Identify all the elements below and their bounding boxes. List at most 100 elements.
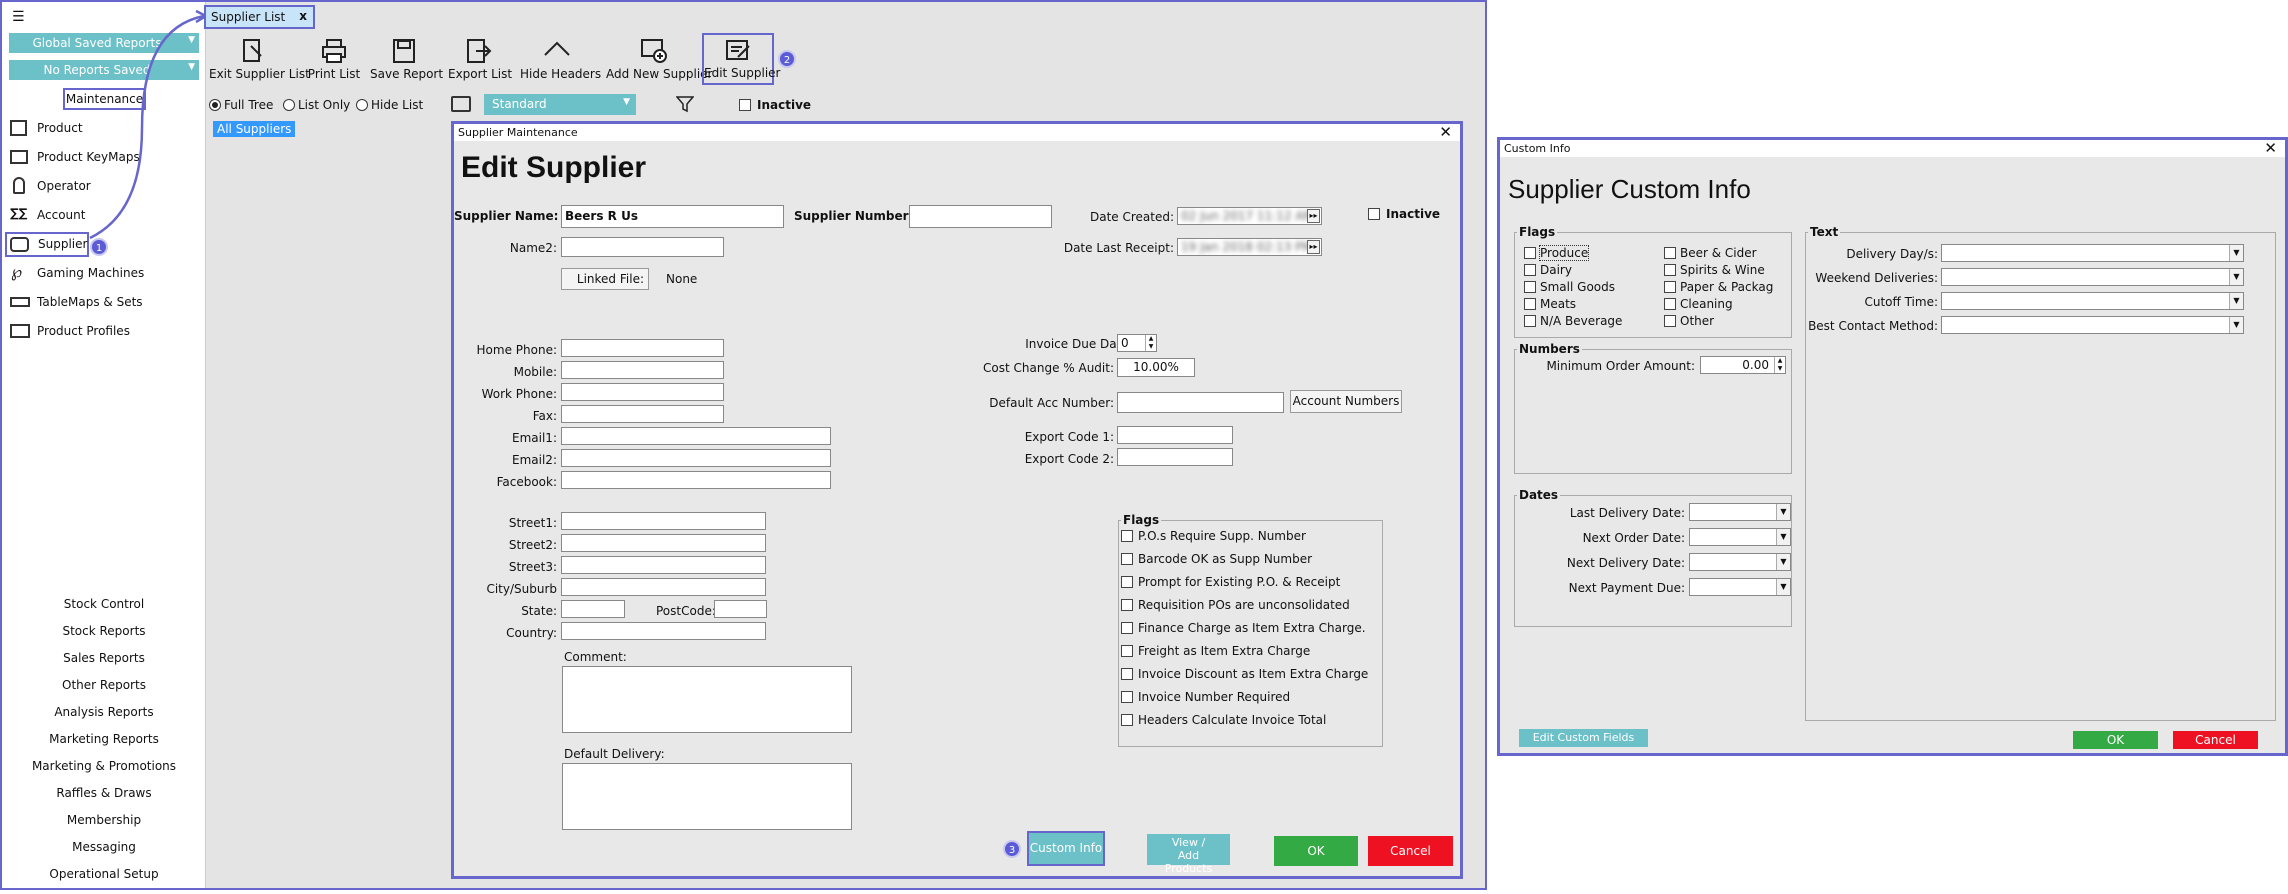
mobile-input[interactable] [561,361,724,379]
module-sales-reports[interactable]: Sales Reports [2,651,206,678]
close-icon[interactable]: ✕ [1439,123,1452,141]
next-payment-due-picker[interactable]: ▼ [1689,578,1791,596]
spin-icon[interactable]: ▲ ▼ [1774,357,1785,373]
flag-meats[interactable]: Meats [1524,296,1654,313]
checkbox[interactable] [1524,315,1536,327]
home-phone-input[interactable] [561,339,724,357]
city-input[interactable] [561,578,766,596]
save-report-button[interactable]: Save Report [370,38,443,81]
flag-beer-cider[interactable]: Beer & Cider [1664,245,1790,262]
close-icon[interactable]: x [299,9,307,23]
sidebar-item-supplier[interactable]: Supplier [5,232,89,257]
tab-supplier-list[interactable]: Supplier List x [204,5,315,29]
flag-spirits-wine[interactable]: Spirits & Wine [1664,262,1790,279]
export-code1-input[interactable] [1117,426,1233,444]
invoice-due-days-stepper[interactable]: 0 ▲ ▼ [1117,334,1157,352]
module-other-reports[interactable]: Other Reports [2,678,206,705]
weekend-deliveries-dropdown[interactable]: ▼ [1941,268,2244,286]
default-delivery-textarea[interactable] [562,763,852,830]
last-delivery-date-picker[interactable]: ▼ [1689,503,1791,521]
checkbox[interactable] [1121,576,1133,588]
export-list-button[interactable]: Export List [448,38,512,81]
checkbox[interactable] [1664,264,1676,276]
cutoff-time-dropdown[interactable]: ▼ [1941,292,2244,310]
print-list-button[interactable]: Print List [306,38,362,81]
checkbox[interactable] [1524,281,1536,293]
module-membership[interactable]: Membership [2,813,206,840]
facebook-input[interactable] [561,471,831,489]
sidebar-item-tablemaps[interactable]: TableMaps & Sets [10,293,200,313]
ok-button[interactable]: OK [1274,836,1358,866]
min-order-amount-stepper[interactable]: 0.00 ▲ ▼ [1700,356,1786,374]
checkbox[interactable] [1121,622,1133,634]
picker-icon[interactable]: ▸▸ [1307,240,1320,254]
state-input[interactable] [561,600,625,618]
checkbox[interactable] [1121,645,1133,657]
best-contact-method-dropdown[interactable]: ▼ [1941,316,2244,334]
custom-ok-button[interactable]: OK [2073,731,2158,749]
flag-dairy[interactable]: Dairy [1524,262,1654,279]
checkbox[interactable] [1121,668,1133,680]
delivery-days-dropdown[interactable]: ▼ [1941,244,2244,262]
cancel-button[interactable]: Cancel [1368,836,1453,866]
comment-textarea[interactable] [562,666,852,733]
fax-input[interactable] [561,405,724,423]
flag-requisition-pos[interactable]: Requisition POs are unconsolidated [1121,595,1381,618]
hamburger-icon[interactable]: ☰ [12,10,25,24]
checkbox[interactable] [1524,247,1536,259]
picker-icon[interactable]: ▸▸ [1307,209,1320,223]
cost-change-input[interactable]: 10.00% [1117,358,1195,377]
work-phone-input[interactable] [561,383,724,401]
close-icon[interactable]: ✕ [2264,139,2277,157]
monitor-icon[interactable] [451,96,471,112]
name2-input[interactable] [561,237,724,257]
checkbox[interactable] [1121,599,1133,611]
street1-input[interactable] [561,512,766,530]
email1-input[interactable] [561,427,831,445]
edit-supplier-button[interactable]: Edit Supplier [702,33,781,85]
account-numbers-button[interactable]: Account Numbers [1290,390,1402,413]
module-raffles-draws[interactable]: Raffles & Draws [2,786,206,813]
supplier-name-input[interactable]: Beers R Us [561,205,784,228]
flag-headers-calculate[interactable]: Headers Calculate Invoice Total [1121,710,1381,733]
export-code2-input[interactable] [1117,448,1233,466]
custom-cancel-button[interactable]: Cancel [2173,731,2258,749]
checkbox[interactable] [1664,281,1676,293]
checkbox[interactable] [1664,247,1676,259]
module-messaging[interactable]: Messaging [2,840,206,867]
checkbox[interactable] [1524,264,1536,276]
inactive-checkbox[interactable] [1368,208,1380,220]
flag-prompt-existing[interactable]: Prompt for Existing P.O. & Receipt [1121,572,1381,595]
checkbox[interactable] [1121,553,1133,565]
sidebar-item-product-profiles[interactable]: Product Profiles [10,322,200,342]
all-suppliers-node[interactable]: All Suppliers [213,121,296,137]
checkbox[interactable] [1524,298,1536,310]
module-stock-reports[interactable]: Stock Reports [2,624,206,651]
flag-barcode-ok[interactable]: Barcode OK as Supp Number [1121,549,1381,572]
exit-supplier-list-button[interactable]: Exit Supplier List [209,38,310,81]
flag-invoice-number-required[interactable]: Invoice Number Required [1121,687,1381,710]
inactive-checkbox[interactable] [739,99,751,111]
checkbox[interactable] [1664,298,1676,310]
flag-invoice-discount[interactable]: Invoice Discount as Item Extra Charge [1121,664,1381,687]
sidebar-item-gaming-machines[interactable]: ℘ Gaming Machines [10,264,200,284]
hide-list-radio[interactable]: Hide List [356,98,426,114]
checkbox[interactable] [1121,530,1133,542]
street2-input[interactable] [561,534,766,552]
edit-custom-fields-button[interactable]: Edit Custom Fields [1519,729,1648,747]
next-delivery-date-picker[interactable]: ▼ [1689,553,1791,571]
checkbox[interactable] [1664,315,1676,327]
module-marketing-promotions[interactable]: Marketing & Promotions [2,759,206,786]
module-marketing-reports[interactable]: Marketing Reports [2,732,206,759]
flag-finance-charge[interactable]: Finance Charge as Item Extra Charge. [1121,618,1381,641]
postcode-input[interactable] [714,600,767,618]
linked-file-button[interactable]: Linked File: [561,268,649,290]
flag-produce[interactable]: Produce [1524,245,1654,262]
next-order-date-picker[interactable]: ▼ [1689,528,1791,546]
flag-freight[interactable]: Freight as Item Extra Charge [1121,641,1381,664]
email2-input[interactable] [561,449,831,467]
checkbox[interactable] [1121,714,1133,726]
flag-po-require-number[interactable]: P.O.s Require Supp. Number [1121,526,1381,549]
layout-dropdown[interactable]: Standard ▼ [484,94,636,115]
flag-small-goods[interactable]: Small Goods [1524,279,1654,296]
